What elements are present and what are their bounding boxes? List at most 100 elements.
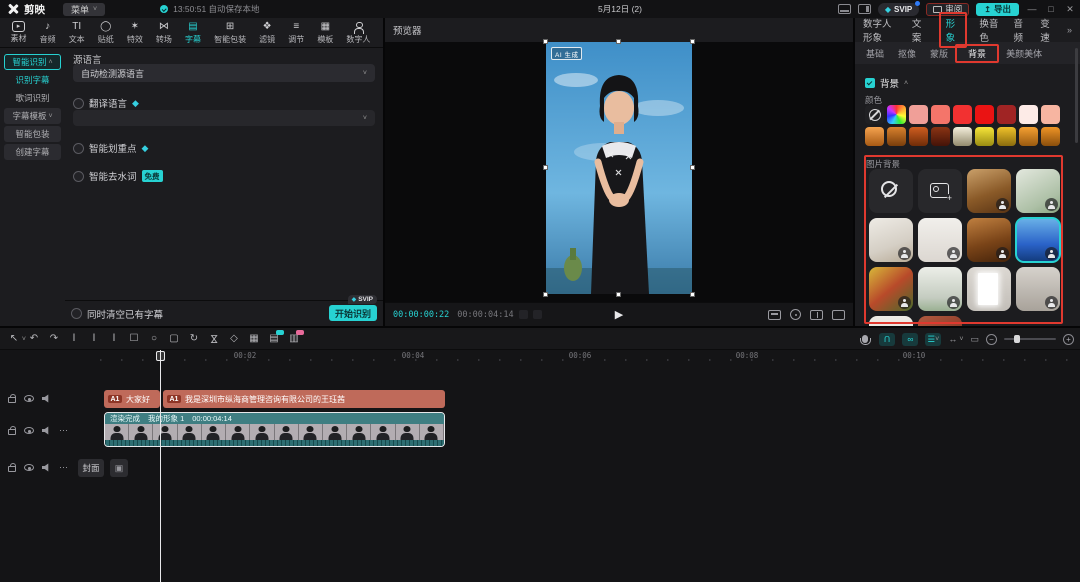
subtab-背景[interactable]: 背景 <box>961 49 993 59</box>
meter-icon[interactable]: ▭ <box>970 334 979 345</box>
resize-handle[interactable] <box>616 292 621 297</box>
color-swatch-12[interactable] <box>931 127 950 146</box>
close-button[interactable]: ✕ <box>1064 4 1076 15</box>
subtab-基础[interactable]: 基础 <box>859 47 891 60</box>
select-tool-icon[interactable]: ↖˅ <box>6 331 22 347</box>
color-swatch-16[interactable] <box>1019 127 1038 146</box>
more-tabs-icon[interactable]: » <box>1067 25 1072 35</box>
toolbar-item-transition[interactable]: ⋈转场 <box>149 21 178 45</box>
start-recognition-button[interactable]: 开始识别 <box>329 305 377 321</box>
redo-icon[interactable]: ↷ <box>46 331 62 347</box>
fit-timeline-icon[interactable]: ↔˅ <box>948 334 963 344</box>
eye-icon[interactable] <box>24 427 34 434</box>
resize-handle[interactable] <box>690 292 695 297</box>
mic-record-icon[interactable] <box>862 335 868 343</box>
color-swatch-2[interactable] <box>909 105 928 124</box>
zoom-out-icon[interactable]: − <box>986 334 997 345</box>
matting-icon[interactable]: ▢ <box>166 331 182 347</box>
more-icon[interactable]: ⋯ <box>59 425 69 436</box>
prev-frame-button[interactable] <box>519 310 528 319</box>
bg-custom-upload[interactable] <box>918 169 962 213</box>
resize-handle[interactable] <box>690 165 695 170</box>
toolbar-item-media[interactable]: ▸素材 <box>4 21 33 44</box>
bg-dried-plant-room[interactable] <box>869 218 913 262</box>
translate-language-dropdown[interactable]: ˅ <box>73 110 375 126</box>
resize-handle[interactable] <box>690 39 695 44</box>
trim-left-icon[interactable]: Ⅰ <box>86 331 102 347</box>
reverse-icon[interactable]: ↻ <box>186 331 202 347</box>
resize-handle[interactable] <box>543 165 548 170</box>
tab-数字人形象[interactable]: 数字人形象 <box>863 16 900 44</box>
bg-mirror-shelf[interactable] <box>1016 267 1060 311</box>
eye-icon[interactable] <box>24 395 34 402</box>
delete-icon[interactable]: ☐ <box>126 331 142 347</box>
next-frame-button[interactable] <box>533 310 542 319</box>
bg-blue-ocean[interactable] <box>1016 218 1060 262</box>
bg-warm-lamp-room[interactable] <box>967 169 1011 213</box>
toolbar-item-smart-package[interactable]: ⊞智能包装 <box>208 21 253 45</box>
play-button[interactable]: ▶ <box>615 308 623 321</box>
zoom-in-icon[interactable]: + <box>1063 334 1074 345</box>
toolbar-item-filter[interactable]: ❖滤镜 <box>253 21 282 45</box>
color-swatch-11[interactable] <box>909 127 928 146</box>
crop-icon[interactable]: ◇ <box>226 331 242 347</box>
speaker-icon[interactable] <box>42 463 51 472</box>
bg-vintage-warm-room[interactable] <box>967 218 1011 262</box>
bg-flower-shelf[interactable] <box>869 267 913 311</box>
menu-button[interactable]: 菜单˅ <box>63 3 105 16</box>
speaker-icon[interactable] <box>42 394 51 403</box>
scrollbar[interactable] <box>1075 48 1078 143</box>
color-swatch-0[interactable] <box>865 105 884 124</box>
toolbar-item-captions[interactable]: ▤字幕 <box>178 21 207 45</box>
clear-existing-checkbox[interactable]: 同时清空已有字幕 <box>71 307 163 321</box>
sidebar-item-智能识别[interactable]: 智能识别˄ <box>4 54 61 70</box>
lock-icon[interactable] <box>8 429 16 435</box>
maximize-button[interactable]: □ <box>1045 4 1057 14</box>
fullscreen-icon[interactable] <box>832 310 845 320</box>
color-swatch-10[interactable] <box>887 127 906 146</box>
background-toggle[interactable]: 背景 ˄ <box>865 76 908 90</box>
bg-stair-plant[interactable] <box>918 267 962 311</box>
sidebar-item-歌词识别[interactable]: 歌词识别 <box>4 90 61 106</box>
subtab-美颜美体[interactable]: 美颜美体 <box>999 47 1049 60</box>
option-智能去水词[interactable]: 智能去水词免费 <box>73 169 163 183</box>
color-swatch-15[interactable] <box>997 127 1016 146</box>
color-swatch-9[interactable] <box>865 127 884 146</box>
ratio-icon[interactable] <box>810 310 823 320</box>
color-swatch-6[interactable] <box>997 105 1016 124</box>
tab-换音色[interactable]: 换音色 <box>979 16 1001 44</box>
quality-icon[interactable] <box>768 310 781 320</box>
sidebar-item-智能包装[interactable]: 智能包装 <box>4 126 61 142</box>
link-clips-icon[interactable]: ∞ <box>902 333 918 346</box>
color-swatch-13[interactable] <box>953 127 972 146</box>
digital-human-video-clip[interactable]: 渲染完成 我的形象 1 00:00:04:14 <box>104 412 445 447</box>
lock-icon[interactable] <box>8 397 16 403</box>
svip-button[interactable]: ◆ SVIP <box>878 3 919 16</box>
sidebar-item-识别字幕[interactable]: 识别字幕 <box>4 72 61 88</box>
tab-音频[interactable]: 音频 <box>1013 16 1028 44</box>
sidebar-item-创建字幕[interactable]: 创建字幕 <box>4 144 61 160</box>
resize-handle[interactable] <box>543 39 548 44</box>
beat-mark-icon[interactable]: ▤ <box>266 331 282 347</box>
playhead-handle[interactable] <box>156 351 165 361</box>
mirror-icon[interactable]: ⋈ <box>206 331 222 347</box>
export-button[interactable]: ↥ 导出 <box>976 3 1019 16</box>
color-swatch-17[interactable] <box>1041 127 1060 146</box>
toolbar-item-digital-human[interactable]: 数字人 <box>340 21 377 45</box>
freeze-frame-icon[interactable]: ▦ <box>246 331 262 347</box>
mute-original-icon[interactable]: ▣ <box>110 459 128 477</box>
caption-batch-icon[interactable]: ▥ <box>286 331 302 347</box>
toolbar-item-text[interactable]: TI文本 <box>62 21 91 45</box>
option-翻译语言[interactable]: 翻译语言◆ <box>73 96 139 110</box>
cover-button[interactable]: 封面 <box>78 459 104 477</box>
bg-frame-wall[interactable] <box>869 316 913 326</box>
color-swatch-1[interactable] <box>887 105 906 124</box>
resize-handle[interactable] <box>616 39 621 44</box>
subtab-抠像[interactable]: 抠像 <box>891 47 923 60</box>
trim-right-icon[interactable]: Ⅰ <box>106 331 122 347</box>
toolbar-item-audio[interactable]: ♪音频 <box>33 21 62 45</box>
color-swatch-8[interactable] <box>1041 105 1060 124</box>
preview-axis-icon[interactable]: ☰˅ <box>925 333 941 346</box>
subtab-蒙版[interactable]: 蒙版 <box>923 47 955 60</box>
lock-icon[interactable] <box>8 466 16 472</box>
